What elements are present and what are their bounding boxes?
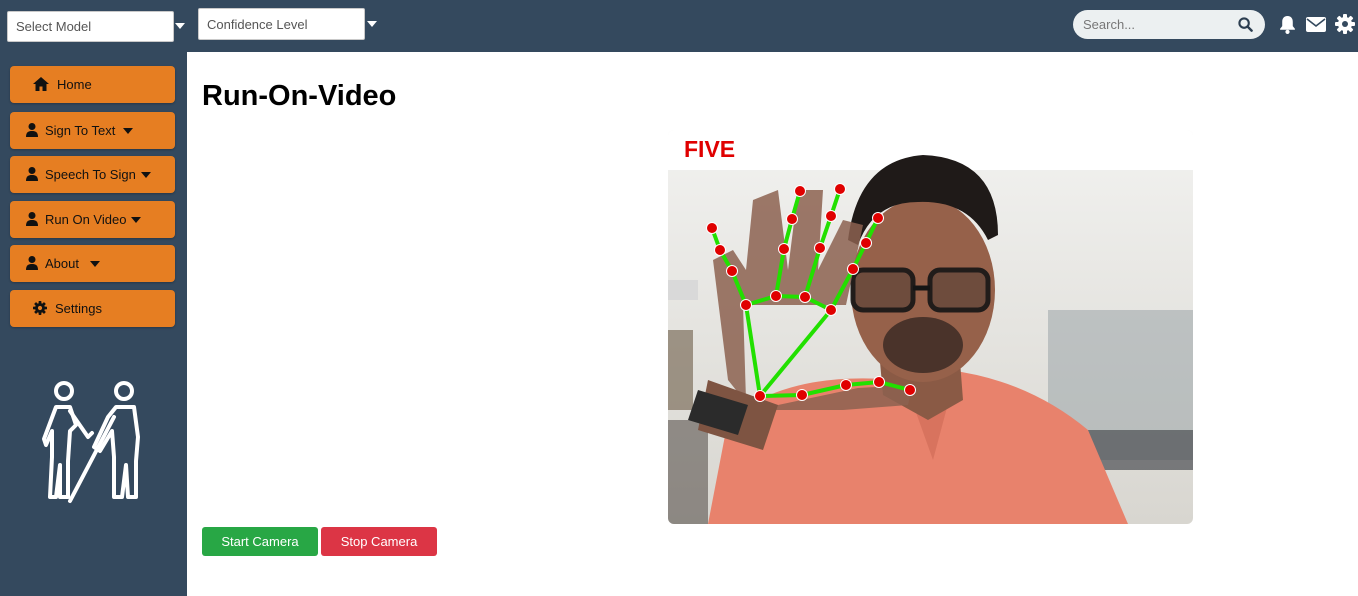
sign-language-logo-icon [42, 381, 140, 503]
confidence-select[interactable]: Confidence Level [198, 8, 365, 40]
home-icon [33, 77, 49, 91]
search-icon[interactable] [1238, 17, 1253, 32]
user-icon [26, 123, 38, 137]
sidebar-item-label: Run On Video [45, 212, 127, 227]
chevron-down-icon [90, 261, 100, 267]
envelope-icon[interactable] [1306, 17, 1326, 32]
search-input[interactable] [1083, 17, 1233, 32]
model-select-chevron-down-icon[interactable] [175, 23, 185, 29]
sidebar-item-speech-to-sign[interactable]: Speech To Sign [10, 156, 175, 193]
sidebar: Home Sign To Text Speech To Sign Run On … [0, 52, 187, 596]
gear-icon[interactable] [1335, 14, 1355, 34]
sidebar-item-label: Sign To Text [45, 123, 116, 138]
chevron-down-icon [141, 172, 151, 178]
confidence-select-value: Confidence Level [207, 16, 308, 32]
page-title: Run-On-Video [202, 80, 397, 112]
video-frame: FIVE [668, 130, 1193, 524]
sidebar-item-about[interactable]: About [10, 245, 175, 282]
bell-icon[interactable] [1279, 15, 1296, 34]
user-icon [26, 256, 38, 270]
sidebar-item-label: Speech To Sign [45, 167, 136, 182]
gear-icon [33, 301, 47, 315]
confidence-select-chevron-down-icon[interactable] [367, 21, 377, 27]
user-icon [26, 212, 38, 226]
model-select-value: Select Model [16, 19, 92, 34]
chevron-down-icon [131, 217, 141, 223]
video-feed: FIVE [668, 130, 1193, 524]
sidebar-item-settings[interactable]: Settings [10, 290, 175, 327]
search-box [1073, 10, 1265, 39]
chevron-down-icon [123, 128, 133, 134]
sidebar-item-home[interactable]: Home [10, 66, 175, 103]
top-bar: Select Model Confidence Level [0, 0, 1358, 52]
model-select[interactable]: Select Model [7, 11, 174, 42]
sidebar-item-label: Home [57, 77, 92, 92]
start-camera-button[interactable]: Start Camera [202, 527, 318, 556]
stop-camera-button[interactable]: Stop Camera [321, 527, 437, 556]
sidebar-item-sign-to-text[interactable]: Sign To Text [10, 112, 175, 149]
sidebar-item-run-on-video[interactable]: Run On Video [10, 201, 175, 238]
sidebar-item-label: About [45, 256, 79, 271]
prediction-label: FIVE [684, 136, 735, 162]
user-icon [26, 167, 38, 181]
sidebar-item-label: Settings [55, 301, 102, 316]
